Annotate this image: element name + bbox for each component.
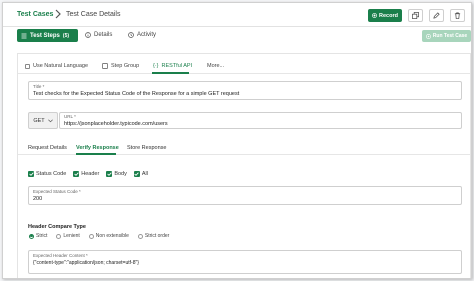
radio-lenient-dot[interactable] (56, 233, 62, 239)
tab-store-response[interactable]: Store Response (127, 145, 166, 151)
restful-api-label: RESTful API (161, 63, 193, 69)
step-group-icon (102, 63, 108, 69)
play-icon (425, 33, 431, 39)
natural-language-option[interactable]: Use Natural Language (25, 63, 88, 69)
header-checkbox[interactable] (73, 171, 80, 177)
delete-button[interactable] (450, 9, 465, 22)
radio-strict[interactable]: Strict (29, 233, 47, 239)
radio-strict-dot[interactable] (29, 233, 34, 239)
breadcrumb-current: Test Case Details (66, 11, 121, 18)
active-subtab-indicator (76, 153, 116, 155)
status-code-checkbox[interactable] (28, 171, 34, 177)
tab-bar: Test Steps (5) Details Activity Run Test… (3, 28, 471, 46)
breadcrumb-test-cases[interactable]: Test Cases (17, 11, 53, 18)
radio-non-extensible-label: Non extensible (95, 233, 129, 239)
record-icon (372, 13, 377, 18)
copy-icon (412, 12, 419, 19)
title-field-label: Title * (33, 84, 45, 89)
run-test-case-label: Run Test Case (432, 33, 468, 39)
tab-verify-response[interactable]: Verify Response (76, 145, 119, 151)
body-label: Body (114, 171, 127, 177)
radio-non-extensible[interactable]: Non extensible (88, 233, 129, 239)
url-field-value: https://jsonplaceholder.typicode.com/use… (64, 121, 168, 127)
expected-status-code-field[interactable]: Expected Status Code * 200 (28, 186, 462, 205)
header-compare-type-title: Header Compare Type (28, 224, 86, 230)
record-button-label: Record (379, 12, 398, 19)
restful-api-option[interactable]: {·} RESTful API (153, 63, 192, 69)
radio-strict-order-dot[interactable] (137, 233, 143, 239)
active-mode-indicator (152, 72, 189, 74)
radio-strict-order[interactable]: Strict order (137, 233, 170, 239)
all-checkbox[interactable] (133, 171, 140, 177)
tab-activity-label: Activity (137, 32, 157, 38)
chevron-down-icon (47, 119, 53, 122)
radio-strict-order-label: Strict order (144, 233, 170, 239)
record-button[interactable]: Record (368, 9, 402, 22)
expected-status-code-label: Expected Status Code * (33, 189, 81, 194)
code-braces-icon: {·} (153, 63, 159, 69)
url-field[interactable]: URL * https://jsonplaceholder.typicode.c… (59, 112, 462, 129)
chevron-right-icon (55, 9, 61, 19)
tab-activity[interactable]: Activity (128, 32, 156, 38)
http-method-value: GET (33, 117, 45, 124)
info-icon (85, 32, 91, 38)
title-field-value: Test checks for the Expected Status Code… (33, 91, 240, 97)
step-group-option[interactable]: Step Group (102, 63, 139, 69)
radio-lenient[interactable]: Lenient (56, 233, 80, 239)
radio-strict-label: Strict (36, 233, 48, 239)
steps-icon (21, 33, 27, 38)
request-subtabs: Request Details Verify Response Store Re… (18, 143, 470, 155)
natural-language-checkbox[interactable] (25, 63, 30, 69)
tab-test-steps[interactable]: Test Steps (5) (17, 29, 78, 42)
more-options[interactable]: More... (207, 63, 224, 69)
expected-status-code-value: 200 (33, 196, 43, 202)
activity-icon (128, 32, 134, 38)
expected-header-content-label: Expected Header Content * (33, 253, 88, 258)
url-field-label: URL * (64, 114, 76, 119)
check-icon (74, 172, 79, 176)
natural-language-label: Use Natural Language (33, 63, 89, 69)
more-label: More... (207, 63, 225, 69)
run-test-case-button[interactable]: Run Test Case (422, 30, 471, 42)
top-bar: Test Cases Test Case Details Record (3, 3, 471, 27)
header-option[interactable]: Header (73, 171, 99, 177)
all-option[interactable]: All (133, 171, 148, 177)
step-editor-panel: Use Natural Language Step Group {·} REST… (17, 53, 471, 278)
http-method-select[interactable]: GET (28, 112, 58, 129)
step-group-label: Step Group (111, 63, 140, 69)
title-field[interactable]: Title * Test checks for the Expected Sta… (28, 81, 462, 100)
step-type-bar: Use Natural Language Step Group {·} REST… (18, 60, 470, 74)
status-code-option[interactable]: Status Code (28, 171, 66, 177)
body-option[interactable]: Body (106, 171, 127, 177)
verify-options: Status Code Header Body All (28, 171, 148, 177)
expected-header-content-value: {"content-type":"application/json; chars… (33, 260, 139, 266)
check-icon (107, 172, 112, 176)
radio-non-extensible-dot[interactable] (88, 233, 94, 239)
app-window: Test Cases Test Case Details Record Test… (2, 2, 472, 279)
check-icon (134, 172, 140, 176)
check-icon (28, 172, 34, 176)
status-code-label: Status Code (36, 171, 67, 177)
tab-details-label: Details (94, 32, 113, 38)
copy-button[interactable] (408, 9, 423, 22)
tab-request-details[interactable]: Request Details (28, 145, 67, 151)
tab-details[interactable]: Details (85, 32, 112, 38)
tab-test-steps-count: (5) (62, 32, 70, 39)
pencil-icon (433, 12, 440, 19)
body-checkbox[interactable] (106, 171, 113, 177)
radio-lenient-label: Lenient (63, 233, 80, 239)
tab-test-steps-label: Test Steps (30, 32, 60, 39)
header-label: Header (81, 171, 100, 177)
expected-header-content-field[interactable]: Expected Header Content * {"content-type… (28, 250, 462, 274)
all-label: All (141, 171, 148, 177)
header-compare-options: Strict Lenient Non extensible Strict ord… (29, 233, 169, 239)
trash-icon (454, 12, 461, 19)
edit-button[interactable] (429, 9, 444, 22)
